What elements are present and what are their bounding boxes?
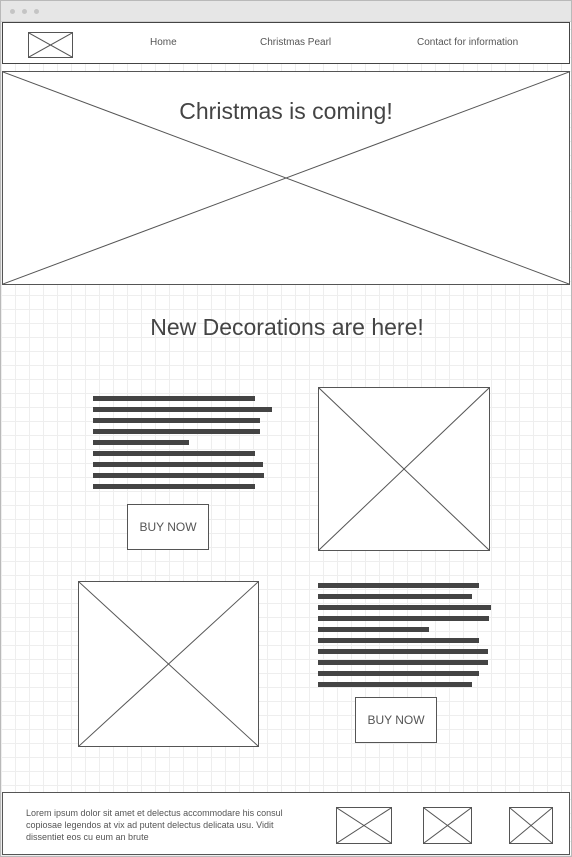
- window-titlebar: [1, 1, 571, 22]
- text-line: [318, 660, 488, 665]
- text-line: [318, 616, 489, 621]
- text-line: [93, 396, 255, 401]
- nav-link-christmas-pearl[interactable]: Christmas Pearl: [260, 37, 331, 48]
- section-title: New Decorations are here!: [150, 314, 424, 340]
- text-line: [318, 671, 479, 676]
- text-line: [318, 605, 491, 610]
- text-line: [93, 451, 255, 456]
- window-dot-icon: [34, 9, 39, 14]
- text-line: [93, 440, 189, 445]
- browser-window: Home Christmas Pearl Contact for informa…: [0, 0, 572, 857]
- text-line: [318, 649, 488, 654]
- text-line: [318, 638, 479, 643]
- nav-link-home[interactable]: Home: [150, 37, 177, 48]
- text-line: [318, 627, 429, 632]
- logo-placeholder-icon[interactable]: [28, 32, 73, 58]
- text-line: [93, 407, 272, 412]
- social-image-placeholder-icon[interactable]: [423, 807, 472, 844]
- product-image-placeholder-icon[interactable]: [78, 581, 259, 747]
- product-description-placeholder: [93, 396, 273, 492]
- footer-text: Lorem ipsum dolor sit amet et delectus a…: [26, 808, 283, 842]
- hero-title: Christmas is coming!: [179, 98, 393, 124]
- social-image-placeholder-icon[interactable]: [509, 807, 553, 844]
- product-image-placeholder-icon[interactable]: [318, 387, 490, 551]
- window-dot-icon: [10, 9, 15, 14]
- text-line: [93, 462, 263, 467]
- text-line: [93, 484, 255, 489]
- social-image-placeholder-icon[interactable]: [336, 807, 392, 844]
- text-line: [318, 594, 472, 599]
- buy-now-button[interactable]: BUY NOW: [355, 697, 437, 743]
- nav-link-contact[interactable]: Contact for information: [417, 37, 518, 48]
- buy-now-button[interactable]: BUY NOW: [127, 504, 209, 550]
- footer: Lorem ipsum dolor sit amet et delectus a…: [2, 792, 570, 855]
- nav-bar: Home Christmas Pearl Contact for informa…: [2, 22, 570, 64]
- text-line: [93, 429, 260, 434]
- text-line: [93, 473, 264, 478]
- product-description-placeholder: [318, 583, 492, 687]
- text-line: [318, 682, 472, 687]
- window-dot-icon: [22, 9, 27, 14]
- hero-banner: Christmas is coming!: [2, 71, 570, 285]
- text-line: [93, 418, 260, 423]
- text-line: [318, 583, 479, 588]
